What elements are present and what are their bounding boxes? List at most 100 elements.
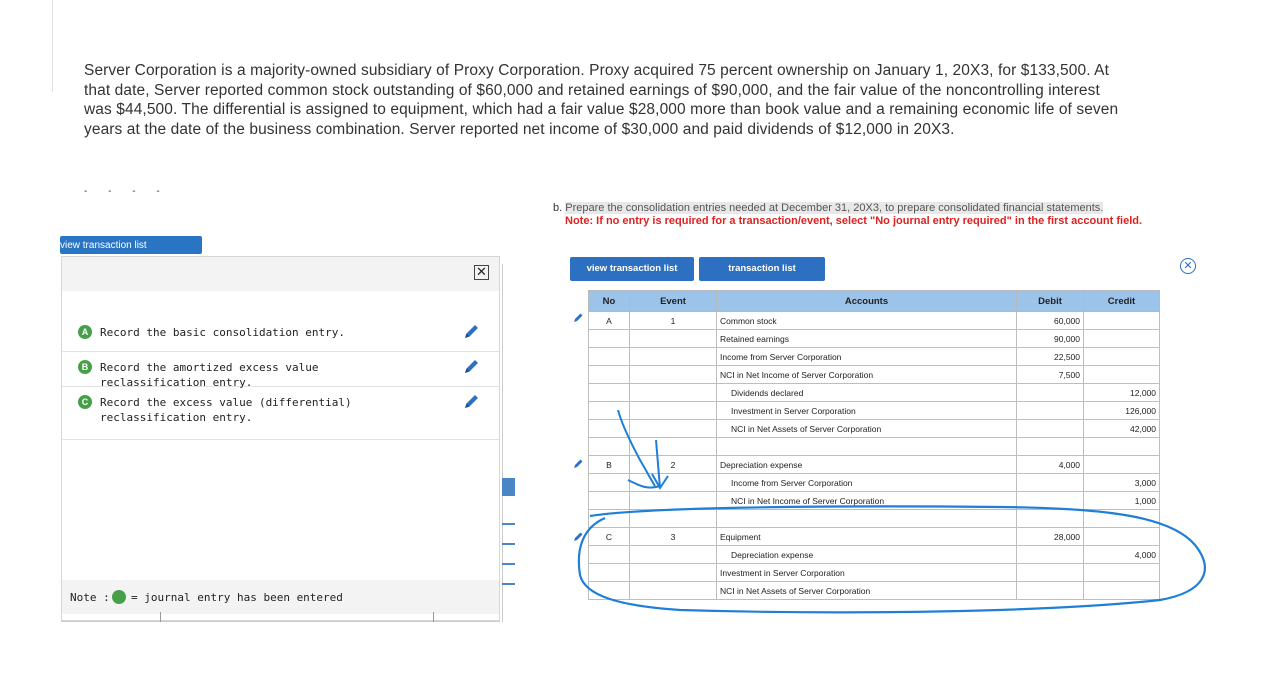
transaction-item[interactable]: C Record the excess value (differential) …	[62, 387, 499, 440]
journal-row: NCI in Net Income of Server Corporation 1…	[588, 491, 1160, 510]
event-cell	[629, 419, 717, 438]
account-cell[interactable]: Common stock	[716, 311, 1017, 330]
credit-cell	[1083, 347, 1160, 366]
journal-row	[588, 509, 1160, 528]
debit-cell: 90,000	[1016, 329, 1084, 348]
side-tick	[502, 543, 515, 545]
credit-cell	[1083, 509, 1160, 528]
account-cell[interactable]: NCI in Net Assets of Server Corporation	[716, 419, 1017, 438]
account-cell[interactable]: Equipment	[716, 527, 1017, 546]
entry-no-cell	[588, 419, 630, 438]
account-cell[interactable]: NCI in Net Assets of Server Corporation	[716, 581, 1017, 600]
event-cell	[629, 545, 717, 564]
account-cell[interactable]	[716, 437, 1017, 456]
instruction-note: Note: If no entry is required for a tran…	[565, 215, 1143, 227]
journal-row: C 3 Equipment 28,000	[588, 527, 1160, 546]
event-cell	[629, 509, 717, 528]
panel-footer-bracket	[160, 612, 434, 622]
close-icon[interactable]: ✕	[474, 265, 489, 280]
debit-cell	[1016, 419, 1084, 438]
note-label: Note :	[70, 591, 110, 604]
journal-row: Retained earnings 90,000	[588, 329, 1160, 348]
journal-header-row: No Event Accounts Debit Credit	[588, 290, 1160, 312]
event-cell	[629, 491, 717, 510]
journal-row	[588, 437, 1160, 456]
account-cell[interactable]: Depreciation expense	[716, 455, 1017, 474]
account-cell[interactable]: NCI in Net Income of Server Corporation	[716, 491, 1017, 510]
credit-cell	[1083, 329, 1160, 348]
edit-pencil-icon[interactable]	[462, 323, 480, 341]
debit-cell	[1016, 509, 1084, 528]
account-cell[interactable]	[716, 509, 1017, 528]
edit-entry-c-icon[interactable]	[572, 531, 584, 543]
entry-no-cell	[588, 545, 630, 564]
debit-cell	[1016, 473, 1084, 492]
event-cell	[629, 563, 717, 582]
side-scroll-area	[502, 264, 515, 622]
debit-cell: 60,000	[1016, 311, 1084, 330]
view-transaction-list-tab-left[interactable]: view transaction list	[60, 236, 202, 254]
credit-cell	[1083, 527, 1160, 546]
event-cell	[629, 473, 717, 492]
view-transaction-list-button[interactable]: view transaction list	[570, 257, 694, 281]
account-cell[interactable]: Income from Server Corporation	[716, 347, 1017, 366]
event-cell: 1	[629, 311, 717, 330]
problem-text: Server Corporation is a majority-owned s…	[84, 61, 1124, 139]
account-cell[interactable]: NCI in Net Income of Server Corporation	[716, 365, 1017, 384]
journal-row: NCI in Net Income of Server Corporation 7…	[588, 365, 1160, 384]
credit-cell: 4,000	[1083, 545, 1160, 564]
event-cell	[629, 401, 717, 420]
account-cell[interactable]: Income from Server Corporation	[716, 473, 1017, 492]
side-marker	[502, 478, 515, 496]
part-label: b.	[553, 202, 563, 214]
account-cell[interactable]: Investment in Server Corporation	[716, 401, 1017, 420]
edit-entry-a-icon[interactable]	[572, 312, 584, 324]
debit-cell	[1016, 401, 1084, 420]
col-accounts: Accounts	[716, 290, 1017, 312]
entry-no-cell	[588, 437, 630, 456]
credit-cell: 3,000	[1083, 473, 1160, 492]
panel-header: ✕	[62, 257, 499, 291]
journal-row: A 1 Common stock 60,000	[588, 311, 1160, 330]
debit-cell	[1016, 491, 1084, 510]
journal-row: Depreciation expense 4,000	[588, 545, 1160, 564]
transaction-item-label: Record the basic consolidation entry.	[100, 326, 346, 339]
credit-cell	[1083, 581, 1160, 600]
edit-pencil-icon[interactable]	[462, 393, 480, 411]
close-circle-icon[interactable]: ✕	[1180, 258, 1196, 274]
journal-row: NCI in Net Assets of Server Corporation	[588, 581, 1160, 600]
transaction-item[interactable]: A Record the basic consolidation entry.	[62, 317, 499, 352]
side-tick	[502, 583, 515, 585]
entry-no-cell	[588, 509, 630, 528]
left-edge-line	[52, 0, 53, 92]
col-no: No	[588, 290, 630, 312]
transaction-panel: ✕ A Record the basic consolidation entry.…	[61, 256, 500, 621]
edit-pencil-icon[interactable]	[462, 358, 480, 376]
transaction-item[interactable]: B Record the amortized excess value recla…	[62, 352, 499, 389]
entered-badge-icon: C	[78, 395, 92, 409]
account-cell[interactable]: Investment in Server Corporation	[716, 563, 1017, 582]
journal-row: B 2 Depreciation expense 4,000	[588, 455, 1160, 474]
entered-badge-icon: B	[78, 360, 92, 374]
entry-no-cell	[588, 329, 630, 348]
credit-cell: 42,000	[1083, 419, 1160, 438]
event-cell: 3	[629, 527, 717, 546]
section-divider: - - - -	[84, 186, 169, 197]
account-cell[interactable]: Depreciation expense	[716, 545, 1017, 564]
event-cell	[629, 437, 717, 456]
debit-cell	[1016, 383, 1084, 402]
edit-entry-b-icon[interactable]	[572, 458, 584, 470]
instruction-main: Prepare the consolidation entries needed…	[565, 202, 1104, 214]
col-event: Event	[629, 290, 717, 312]
transaction-list-button[interactable]: transaction list	[699, 257, 825, 281]
credit-cell: 1,000	[1083, 491, 1160, 510]
account-cell[interactable]: Dividends declared	[716, 383, 1017, 402]
journal-row: Investment in Server Corporation 126,000	[588, 401, 1160, 420]
note-text: = journal entry has been entered	[131, 591, 343, 604]
event-cell	[629, 347, 717, 366]
col-debit: Debit	[1016, 290, 1084, 312]
journal-row: Dividends declared 12,000	[588, 383, 1160, 402]
entered-indicator-icon	[112, 590, 126, 604]
entry-no-cell	[588, 491, 630, 510]
account-cell[interactable]: Retained earnings	[716, 329, 1017, 348]
